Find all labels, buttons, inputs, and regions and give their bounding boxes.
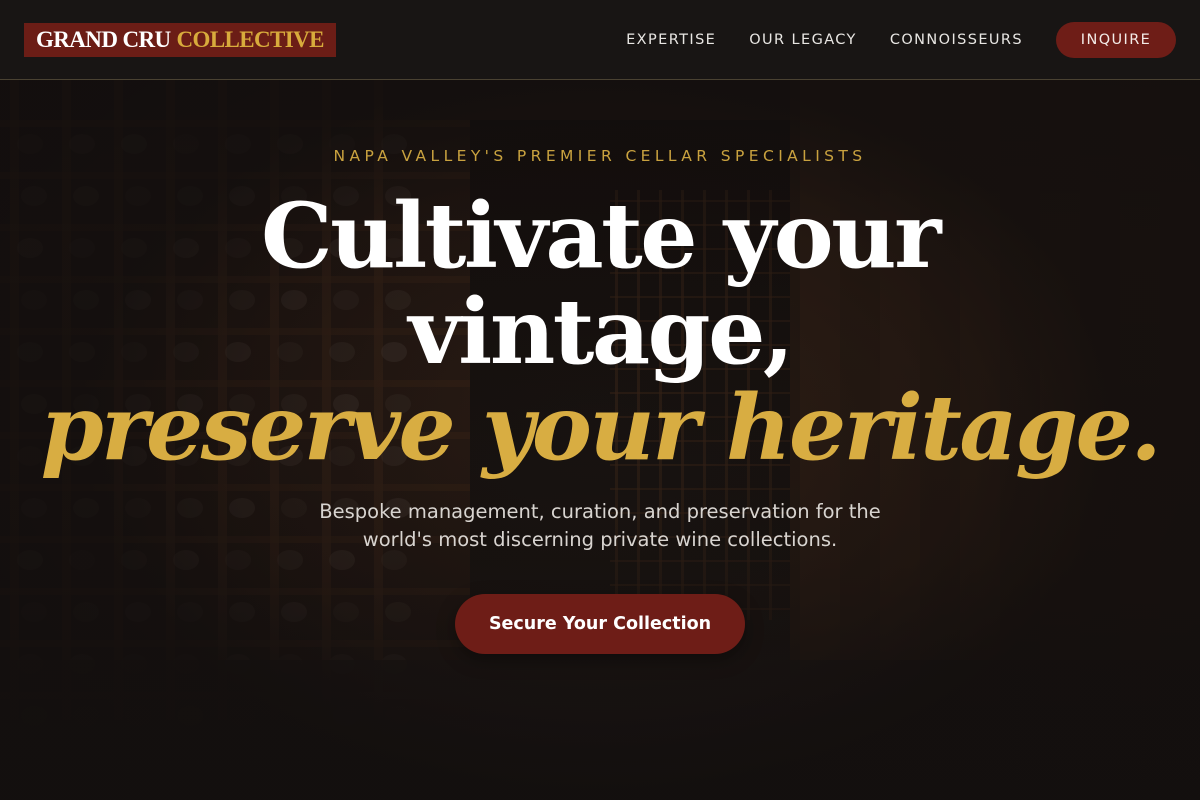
hero-section: NAPA VALLEY'S PREMIER CELLAR SPECIALISTS… xyxy=(0,0,1200,800)
nav-link-our-legacy[interactable]: OUR LEGACY xyxy=(749,32,857,48)
hero-headline: Cultivate your vintage, preserve your he… xyxy=(0,188,1200,476)
main-nav: EXPERTISE OUR LEGACY CONNOISSEURS INQUIR… xyxy=(626,22,1176,58)
headline-line-2: vintage, xyxy=(408,279,794,385)
nav-link-connoisseurs[interactable]: CONNOISSEURS xyxy=(890,32,1023,48)
site-header: GRAND CRU COLLECTIVE EXPERTISE OUR LEGAC… xyxy=(0,0,1200,80)
headline-line-1: Cultivate your xyxy=(261,183,941,289)
hero-eyebrow: NAPA VALLEY'S PREMIER CELLAR SPECIALISTS xyxy=(333,147,867,165)
brand-logo[interactable]: GRAND CRU COLLECTIVE xyxy=(24,23,336,57)
headline-accent: preserve your heritage. xyxy=(40,375,1162,481)
brand-name-accent: COLLECTIVE xyxy=(176,27,325,52)
inquire-button[interactable]: INQUIRE xyxy=(1056,22,1176,58)
secure-collection-button[interactable]: Secure Your Collection xyxy=(455,594,745,654)
brand-name-primary: GRAND CRU xyxy=(36,27,171,52)
hero-subtext: Bespoke management, curation, and preser… xyxy=(319,500,881,551)
nav-link-expertise[interactable]: EXPERTISE xyxy=(626,32,716,48)
